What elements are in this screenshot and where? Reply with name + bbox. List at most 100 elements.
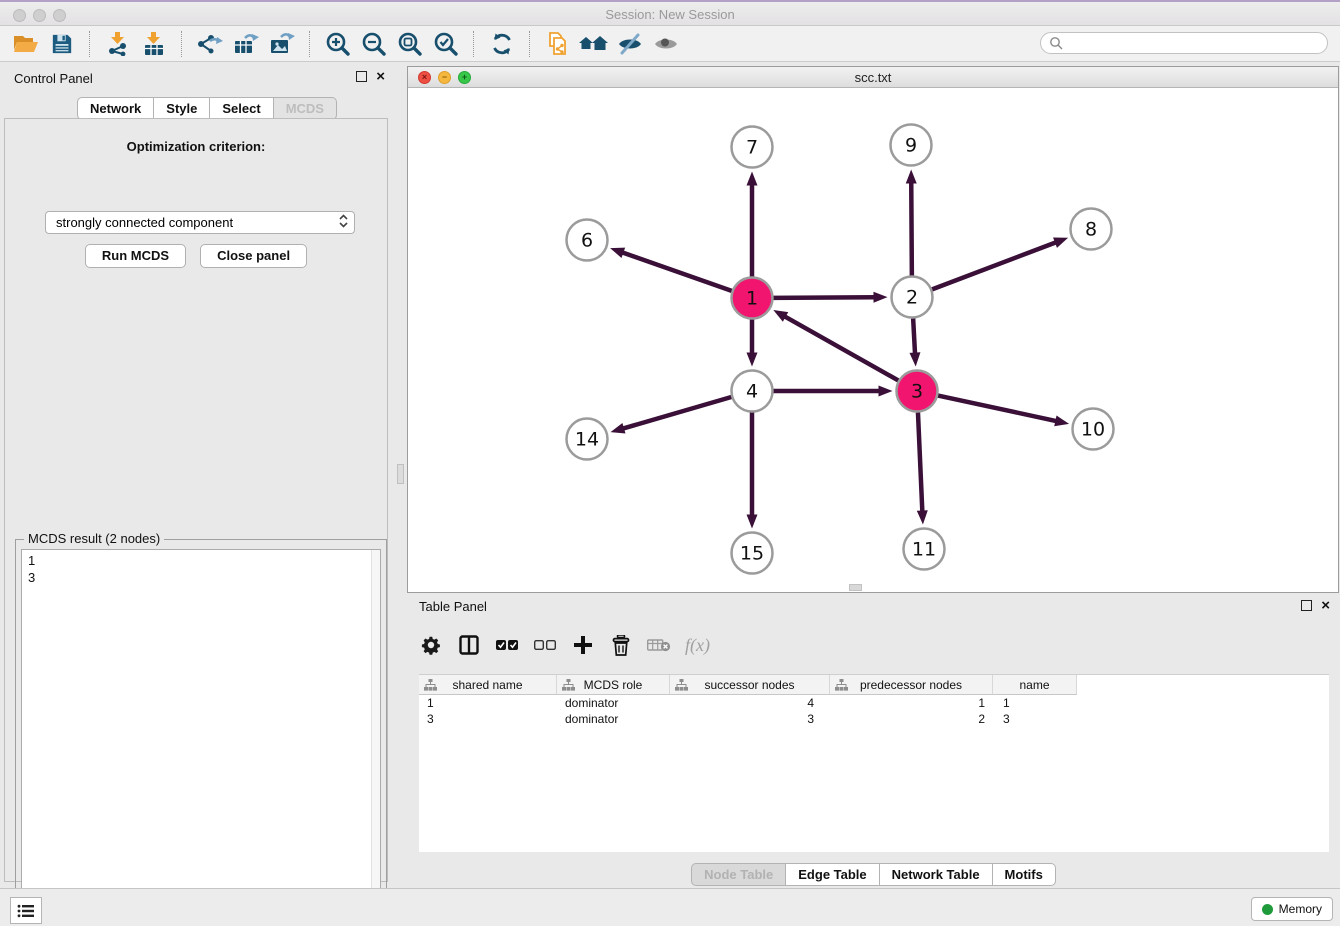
edge-3-1[interactable] [784, 316, 898, 381]
float-table-panel-icon[interactable] [1301, 600, 1312, 611]
node-label: 15 [740, 543, 764, 565]
graph-node-10[interactable]: 10 [1073, 409, 1114, 450]
graph-node-1[interactable]: 1 [732, 278, 773, 319]
edge-2-3[interactable] [913, 318, 915, 354]
table-options-icon[interactable] [419, 631, 443, 659]
column-header-label: successor nodes [704, 678, 794, 692]
table-cell[interactable]: dominator [557, 711, 670, 727]
table-panel-title: Table Panel [419, 599, 487, 614]
import-network-icon[interactable] [100, 29, 136, 59]
column-header-MCDS-role[interactable]: MCDS role [557, 675, 670, 695]
mcds-result-text[interactable]: 13 [21, 549, 381, 917]
node-label: 11 [912, 539, 936, 561]
run-mcds-button[interactable]: Run MCDS [85, 244, 186, 268]
node-label: 1 [746, 288, 758, 310]
close-table-panel-icon[interactable]: × [1321, 601, 1330, 611]
result-scrollbar[interactable] [371, 550, 380, 916]
delete-table-icon[interactable] [647, 631, 671, 659]
graph-node-15[interactable]: 15 [732, 533, 773, 574]
edge-4-14[interactable] [622, 397, 731, 429]
tab-node-table[interactable]: Node Table [691, 863, 786, 886]
edge-arrowhead [1053, 238, 1068, 248]
tab-motifs[interactable]: Motifs [993, 863, 1056, 886]
graph-node-8[interactable]: 8 [1071, 209, 1112, 250]
column-header-shared-name[interactable]: shared name [419, 675, 557, 695]
graph-node-2[interactable]: 2 [892, 277, 933, 318]
tab-select[interactable]: Select [210, 97, 273, 120]
tab-network-table[interactable]: Network Table [880, 863, 993, 886]
import-table-icon[interactable] [136, 29, 172, 59]
graph-node-6[interactable]: 6 [567, 220, 608, 261]
column-header-label: name [1019, 678, 1049, 692]
table-row[interactable]: 3dominator323 [419, 711, 1329, 727]
horizontal-splitter-handle[interactable] [849, 584, 862, 591]
table-cell[interactable]: 3 [670, 711, 830, 727]
float-panel-icon[interactable] [356, 71, 367, 82]
control-panel-tabs: NetworkStyleSelectMCDS [77, 97, 337, 120]
export-table-icon[interactable] [228, 29, 264, 59]
table-cell[interactable]: 1 [993, 695, 1077, 711]
graph-node-7[interactable]: 7 [732, 127, 773, 168]
vertical-splitter-handle[interactable] [397, 464, 404, 484]
function-builder-icon[interactable]: f(x) [685, 631, 710, 659]
edge-1-6[interactable] [621, 252, 731, 291]
table-cell[interactable]: 1 [830, 695, 993, 711]
close-panel-icon[interactable]: × [376, 72, 385, 82]
column-header-successor-nodes[interactable]: successor nodes [670, 675, 830, 695]
network-window-title: scc.txt [408, 70, 1338, 85]
hide-selected-icon[interactable] [612, 29, 648, 59]
delete-column-icon[interactable] [609, 631, 633, 659]
table-cell[interactable]: 3 [993, 711, 1077, 727]
table-cell[interactable]: dominator [557, 695, 670, 711]
column-header-name[interactable]: name [993, 675, 1077, 695]
close-panel-button[interactable]: Close panel [200, 244, 307, 268]
zoom-selected-icon[interactable] [428, 29, 464, 59]
export-network-icon[interactable] [192, 29, 228, 59]
criterion-select[interactable]: strongly connected component [45, 211, 355, 234]
memory-button[interactable]: Memory [1251, 897, 1333, 921]
network-canvas[interactable]: 7 9 6 8 1 2 4 3 14 10 15 11 [409, 88, 1339, 593]
network-window-titlebar[interactable]: × − + scc.txt [408, 67, 1338, 88]
graph-node-11[interactable]: 11 [904, 529, 945, 570]
graph-node-4[interactable]: 4 [732, 371, 773, 412]
zoom-out-icon[interactable] [356, 29, 392, 59]
task-history-button[interactable] [10, 897, 42, 924]
show-all-networks-icon[interactable] [576, 29, 612, 59]
result-line: 3 [28, 569, 380, 586]
table-cell[interactable]: 3 [419, 711, 557, 727]
edge-arrowhead [879, 386, 893, 397]
table-cell[interactable]: 4 [670, 695, 830, 711]
table-row[interactable]: 1dominator411 [419, 695, 1329, 711]
deselect-all-icon[interactable] [533, 631, 557, 659]
column-header-predecessor-nodes[interactable]: predecessor nodes [830, 675, 993, 695]
node-table: shared nameMCDS role successor nodes prede… [419, 674, 1329, 852]
search-input[interactable] [1040, 32, 1328, 54]
edge-3-10[interactable] [938, 396, 1057, 422]
show-selected-icon[interactable] [648, 29, 684, 59]
tab-edge-table[interactable]: Edge Table [786, 863, 879, 886]
edge-2-9[interactable] [911, 181, 912, 275]
graph-node-14[interactable]: 14 [567, 419, 608, 460]
first-neighbors-icon[interactable] [540, 29, 576, 59]
graph-node-9[interactable]: 9 [891, 125, 932, 166]
tab-style[interactable]: Style [154, 97, 210, 120]
save-session-icon[interactable] [44, 29, 80, 59]
edge-1-2[interactable] [773, 297, 875, 298]
tab-mcds[interactable]: MCDS [274, 97, 337, 120]
graph-node-3[interactable]: 3 [897, 371, 938, 412]
tab-network[interactable]: Network [77, 97, 154, 120]
export-image-icon[interactable] [264, 29, 300, 59]
refresh-layout-icon[interactable] [484, 29, 520, 59]
zoom-in-icon[interactable] [320, 29, 356, 59]
edge-2-8[interactable] [932, 242, 1057, 289]
open-session-icon[interactable] [8, 29, 44, 59]
zoom-fit-icon[interactable] [392, 29, 428, 59]
hierarchy-icon [562, 679, 575, 691]
table-cell[interactable]: 1 [419, 695, 557, 711]
table-cell[interactable]: 2 [830, 711, 993, 727]
edge-3-11[interactable] [918, 412, 922, 512]
window-title: Session: New Session [0, 7, 1340, 22]
add-column-icon[interactable] [571, 631, 595, 659]
select-all-icon[interactable] [495, 631, 519, 659]
toggle-panel-icon[interactable] [457, 631, 481, 659]
